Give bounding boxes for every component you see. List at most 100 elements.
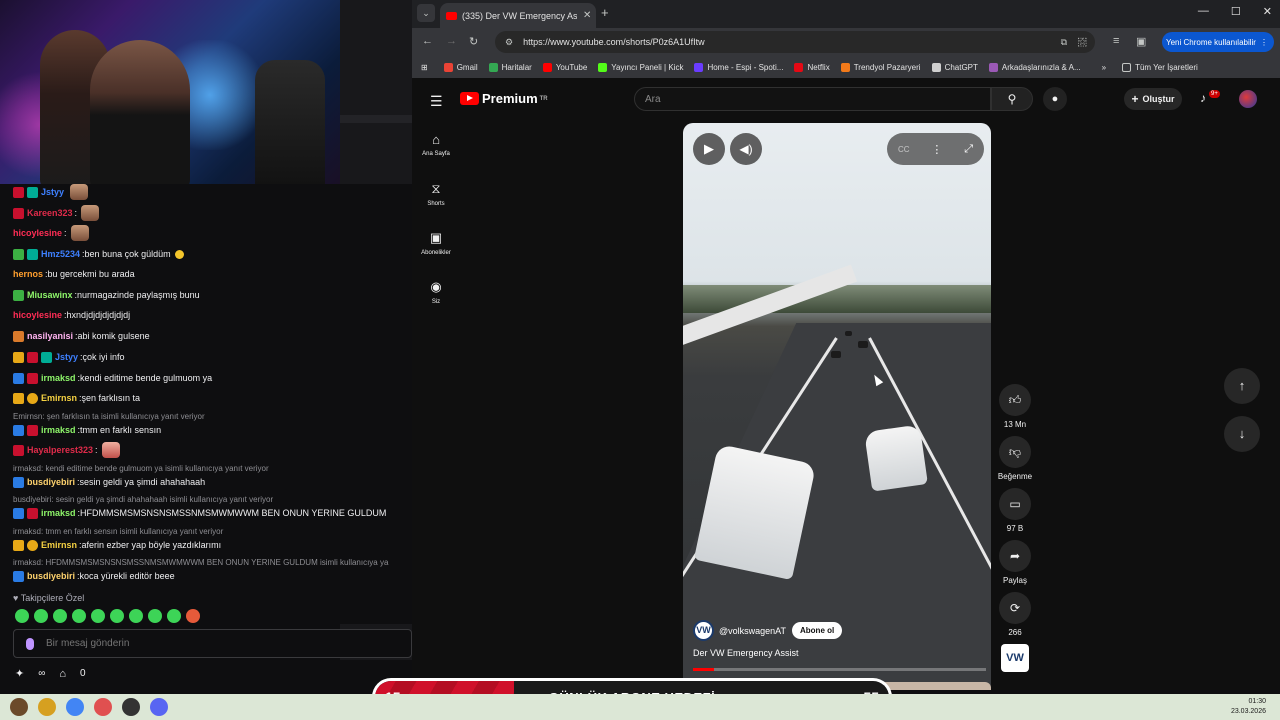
emote-icon[interactable]: [91, 609, 105, 623]
media-icon[interactable]: ≡: [1113, 35, 1119, 47]
browser-tab[interactable]: (335) Der VW Emergency Assist ✕: [440, 3, 596, 28]
emote-icon[interactable]: [53, 609, 67, 623]
new-tab-icon[interactable]: +: [601, 5, 609, 20]
fullscreen-icon[interactable]: ⤢: [964, 143, 973, 156]
chat-username[interactable]: Hmz5234: [41, 249, 80, 259]
search-icon[interactable]: ⚲: [991, 87, 1033, 111]
chrome-icon[interactable]: [66, 698, 84, 716]
chat-username[interactable]: hicoylesine: [13, 310, 62, 320]
captions-icon[interactable]: CC: [898, 145, 910, 154]
chat-input-box[interactable]: [13, 629, 412, 658]
chat-message: Emirnsn: aferin ezber yap böyle yazdıkla…: [13, 537, 221, 553]
app-icon[interactable]: [10, 698, 28, 716]
apps-icon[interactable]: ⊞: [421, 63, 428, 72]
sidebar-item-you[interactable]: ◉ Siz: [416, 279, 456, 305]
share-button[interactable]: ➦ Paylaş: [997, 540, 1033, 585]
bookmark-item[interactable]: Gmail: [443, 62, 478, 72]
gift-icon[interactable]: ⌂: [59, 668, 66, 680]
discord-icon[interactable]: [150, 698, 168, 716]
volkswagen-logo-icon[interactable]: VW: [693, 620, 714, 641]
volume-icon[interactable]: ◀): [730, 133, 762, 165]
chat-username[interactable]: busdiyebiri: [27, 477, 75, 487]
sidebar-item-subscriptions[interactable]: ▣ Abonelikler: [416, 230, 456, 256]
sidebar-item-shorts[interactable]: ⧖ Shorts: [416, 181, 456, 207]
shorts-video-player[interactable]: [683, 123, 991, 688]
chat-message: nasilyanisi: abi komik gulsene: [13, 328, 150, 344]
bookmark-item[interactable]: Yayıncı Paneli | Kick: [598, 62, 683, 72]
chat-username[interactable]: Emirnsn: [41, 393, 77, 403]
points-icon[interactable]: ✦: [15, 667, 24, 680]
chat-username[interactable]: Hayalperest323: [27, 445, 93, 455]
video-progress-bar[interactable]: [693, 668, 986, 671]
subscribe-button[interactable]: Abone ol: [792, 622, 843, 639]
app-icon[interactable]: [38, 698, 56, 716]
chat-username[interactable]: hicoylesine: [13, 228, 62, 238]
play-button[interactable]: ▶: [693, 133, 725, 165]
more-bookmarks-icon[interactable]: »: [1102, 63, 1106, 72]
sidebar-item-home[interactable]: ⌂ Ana Sayfa: [416, 132, 456, 157]
back-icon[interactable]: ←: [422, 35, 433, 47]
youtube-logo[interactable]: Premium TR: [460, 91, 548, 106]
bookmark-item[interactable]: Trendyol Pazaryeri: [840, 62, 921, 72]
bookmark-item[interactable]: Haritalar: [488, 62, 532, 72]
bookmark-item[interactable]: YouTube: [542, 62, 587, 72]
chat-message-input[interactable]: [46, 638, 386, 649]
extensions-icon[interactable]: ⬚: [1077, 35, 1087, 48]
chat-username[interactable]: Emirnsn: [41, 540, 77, 550]
hamburger-menu-icon[interactable]: ☰: [430, 93, 443, 110]
previous-short-button[interactable]: ↑: [1224, 368, 1260, 404]
mic-icon[interactable]: [26, 637, 34, 650]
search-input[interactable]: Ara: [634, 87, 991, 111]
chat-username[interactable]: busdiyebiri: [27, 571, 75, 581]
all-bookmarks[interactable]: Tüm Yer İşaretleri: [1122, 62, 1198, 72]
chat-username[interactable]: irmaksd: [41, 373, 76, 383]
comments-button[interactable]: ▭ 97 B: [997, 488, 1033, 533]
voice-search-icon[interactable]: ●: [1043, 87, 1067, 111]
emote-icon[interactable]: [129, 609, 143, 623]
close-tab-icon[interactable]: ✕: [583, 10, 591, 21]
video-title[interactable]: Der VW Emergency Assist: [693, 648, 799, 658]
bookmark-item[interactable]: ChatGPT: [931, 62, 978, 72]
chat-username[interactable]: Jstyy: [55, 352, 78, 362]
minimize-icon[interactable]: —: [1198, 5, 1209, 18]
like-button[interactable]: 👍︎ 13 Mn: [997, 384, 1033, 429]
emote-icon[interactable]: [167, 609, 181, 623]
bookmark-item[interactable]: Netflix: [794, 62, 830, 72]
tab-search-icon[interactable]: ⌄: [417, 4, 435, 22]
site-info-icon[interactable]: ⚙: [505, 37, 513, 48]
more-options-icon[interactable]: ⋮: [931, 143, 942, 156]
emote-icon[interactable]: [186, 609, 200, 623]
install-icon[interactable]: ⧉: [1061, 37, 1067, 48]
chat-username[interactable]: nasilyanisi: [27, 331, 73, 341]
bookmark-item[interactable]: Home - Espi - Spoti...: [694, 62, 783, 72]
emote-icon[interactable]: [72, 609, 86, 623]
channel-thumbnail[interactable]: VW: [1001, 644, 1029, 672]
next-short-button[interactable]: ↓: [1224, 416, 1260, 452]
app-icon[interactable]: [122, 698, 140, 716]
maximize-icon[interactable]: ☐: [1231, 5, 1241, 18]
chat-username[interactable]: Miusawinx: [27, 290, 73, 300]
emote-icon[interactable]: [15, 609, 29, 623]
emote-icon[interactable]: [148, 609, 162, 623]
extension-icon[interactable]: ▣: [1136, 35, 1146, 48]
close-window-icon[interactable]: ✕: [1263, 5, 1272, 18]
notifications-bell-icon[interactable]: ♪: [1200, 91, 1206, 105]
forward-icon[interactable]: →: [446, 35, 457, 47]
avatar[interactable]: [1239, 90, 1257, 108]
chat-username[interactable]: irmaksd: [41, 508, 76, 518]
emote-icon[interactable]: [34, 609, 48, 623]
create-button[interactable]: + Oluştur: [1124, 88, 1182, 110]
channel-name[interactable]: @volkswagenAT: [719, 626, 786, 636]
dislike-button[interactable]: 👎︎ Beğenme: [997, 436, 1033, 481]
chat-username[interactable]: Kareen323: [27, 208, 73, 218]
app-icon[interactable]: [94, 698, 112, 716]
chrome-update-button[interactable]: Yeni Chrome kullanılabilir ⋮: [1162, 32, 1274, 52]
emote-icon[interactable]: [110, 609, 124, 623]
bookmark-item[interactable]: Arkadaşlarınızla & A...: [988, 62, 1081, 72]
chat-username[interactable]: hernos: [13, 269, 43, 279]
remix-button[interactable]: ⟳ 266: [997, 592, 1033, 637]
chat-username[interactable]: irmaksd: [41, 425, 76, 435]
reload-icon[interactable]: ↻: [469, 35, 478, 48]
chat-username[interactable]: Jstyy: [41, 187, 64, 197]
address-bar[interactable]: ⚙ https://www.youtube.com/shorts/P0z6A1U…: [495, 31, 1095, 53]
